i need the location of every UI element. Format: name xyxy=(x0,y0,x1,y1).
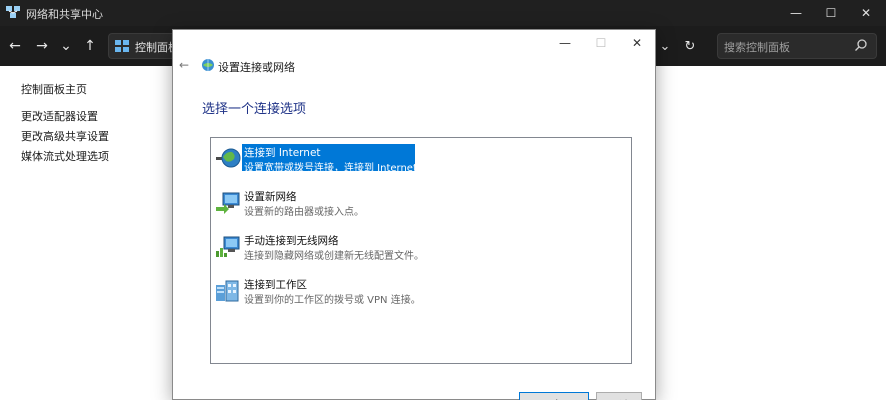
option-connect-workplace[interactable]: 连接到工作区 设置到你的工作区的拨号或 VPN 连接。 xyxy=(211,273,631,313)
wireless-network-icon xyxy=(216,236,240,257)
window-title: 网络和共享中心 xyxy=(26,8,103,21)
workplace-icon xyxy=(216,280,239,302)
network-center-icon xyxy=(6,6,20,18)
background-window-titlebar: 网络和共享中心 — ☐ ✕ xyxy=(0,0,886,26)
globe-network-icon xyxy=(216,148,241,168)
option-description: 设置宽带或拨号连接，连接到 Internet。 xyxy=(244,163,427,174)
option-title: 连接到工作区 xyxy=(244,279,307,291)
dialog-close-button[interactable]: ✕ xyxy=(621,32,653,54)
cancel-button[interactable]: 取消 xyxy=(596,392,642,400)
maximize-button[interactable]: ☐ xyxy=(811,0,851,26)
search-input[interactable]: 搜索控制面板 xyxy=(717,33,877,59)
sidebar-item-media-streaming[interactable]: 媒体流式处理选项 xyxy=(21,148,109,164)
setup-connection-dialog: — ☐ ✕ ← 设置连接或网络 选择一个连接选项 连接到 Internet 设置… xyxy=(172,29,656,400)
minimize-button[interactable]: — xyxy=(776,0,816,26)
address-dropdown-icon[interactable]: ⌄ xyxy=(655,36,675,56)
next-button[interactable]: 下一步(N) xyxy=(519,392,589,400)
search-placeholder: 搜索控制面板 xyxy=(724,41,790,54)
forward-arrow-icon[interactable]: → xyxy=(32,36,52,56)
refresh-icon[interactable]: ↻ xyxy=(680,36,700,56)
search-icon[interactable] xyxy=(854,38,868,52)
connection-options-list: 连接到 Internet 设置宽带或拨号连接，连接到 Internet。 设置新… xyxy=(210,137,632,364)
dialog-title: 设置连接或网络 xyxy=(218,61,295,74)
network-setup-icon xyxy=(202,59,214,71)
dialog-back-icon[interactable]: ← xyxy=(177,58,191,72)
option-new-network[interactable]: 设置新网络 设置新的路由器或接入点。 xyxy=(211,185,631,225)
dialog-heading: 选择一个连接选项 xyxy=(202,102,307,117)
close-button[interactable]: ✕ xyxy=(846,0,886,26)
dialog-maximize-button: ☐ xyxy=(595,36,607,50)
control-panel-icon xyxy=(115,40,129,52)
new-network-icon xyxy=(216,192,240,214)
back-arrow-icon[interactable]: ← xyxy=(5,36,25,56)
option-description: 设置新的路由器或接入点。 xyxy=(244,207,364,218)
option-description: 设置到你的工作区的拨号或 VPN 连接。 xyxy=(244,295,421,306)
option-title: 手动连接到无线网络 xyxy=(244,235,339,247)
option-title: 连接到 Internet xyxy=(244,147,321,159)
option-description: 连接到隐藏网络或创建新无线配置文件。 xyxy=(244,251,424,262)
option-title: 设置新网络 xyxy=(244,191,297,203)
recent-locations-icon[interactable]: ⌄ xyxy=(56,36,76,56)
up-arrow-icon[interactable]: ↑ xyxy=(80,36,100,56)
option-manual-wireless[interactable]: 手动连接到无线网络 连接到隐藏网络或创建新无线配置文件。 xyxy=(211,229,631,269)
sidebar-item-advanced-sharing[interactable]: 更改高级共享设置 xyxy=(21,128,109,144)
sidebar-item-control-panel-home[interactable]: 控制面板主页 xyxy=(21,81,87,97)
option-connect-internet[interactable]: 连接到 Internet 设置宽带或拨号连接，连接到 Internet。 xyxy=(211,141,631,181)
dialog-minimize-button[interactable]: — xyxy=(549,32,581,54)
sidebar-item-adapter-settings[interactable]: 更改适配器设置 xyxy=(21,108,98,124)
